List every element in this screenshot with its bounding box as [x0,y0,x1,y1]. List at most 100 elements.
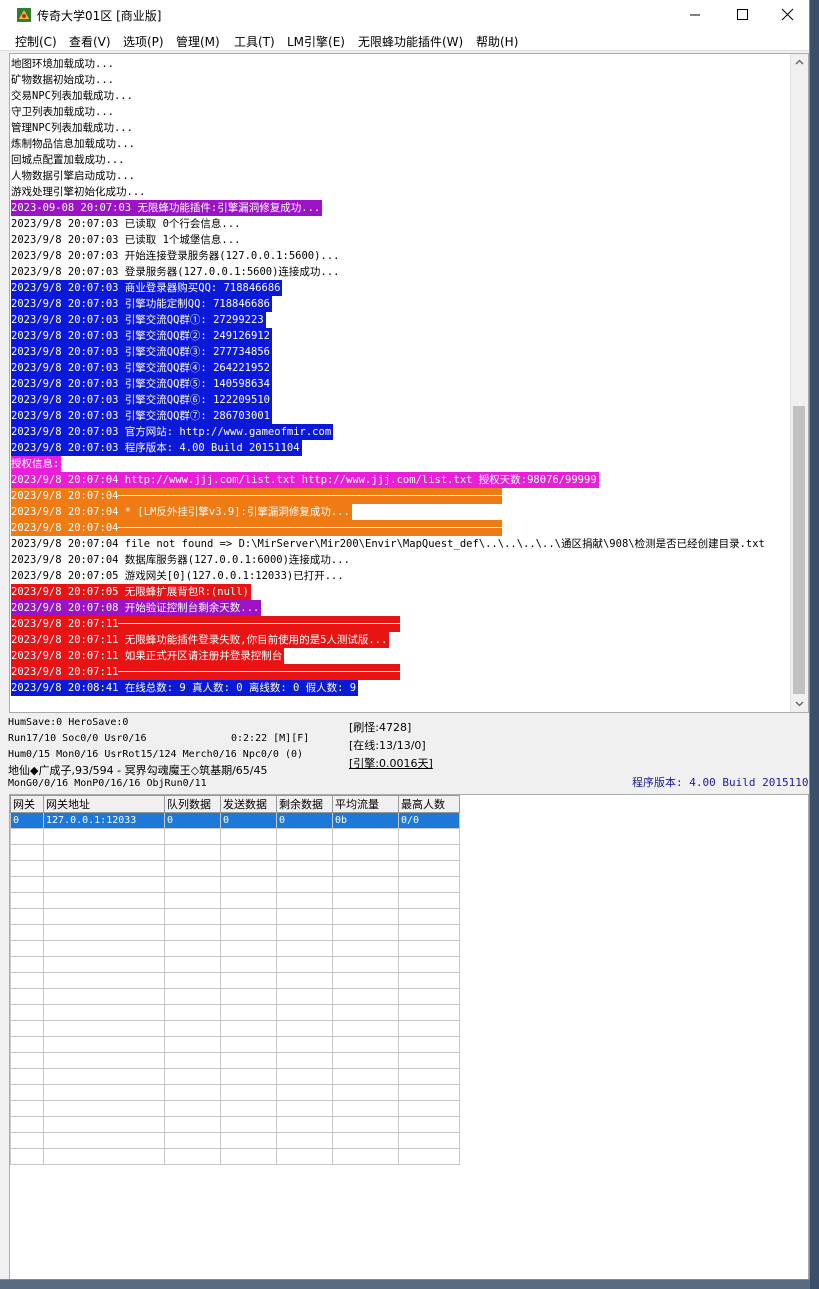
table-row-empty[interactable] [10,956,460,973]
table-cell [276,956,333,973]
log-line-text: 2023/9/8 20:07:03 引擎交流QQ群③: 277734856 [11,344,272,360]
status-panel: HumSave:0 HeroSave:0 Run17/10 Soc0/0 Usr… [0,714,809,792]
log-line-text: 2023/9/8 20:07:03 引擎交流QQ群⑥: 122209510 [11,392,272,408]
maximize-button[interactable] [719,0,765,30]
table-cell [398,1084,460,1101]
table-row-empty[interactable] [10,1036,460,1053]
col-max-users[interactable]: 最高人数 [398,795,460,813]
table-row-empty[interactable] [10,1052,460,1069]
col-sent-data[interactable]: 发送数据 [220,795,277,813]
table-row-empty[interactable] [10,940,460,957]
table-cell [43,860,165,877]
log-line-text: 2023/9/8 20:07:04 file not found => D:\M… [11,538,765,550]
table-cell [398,1068,460,1085]
table-row-empty[interactable] [10,988,460,1005]
table-row-empty[interactable] [10,892,460,909]
table-row-empty[interactable] [10,1004,460,1021]
table-cell [332,972,399,989]
table-row-empty[interactable] [10,1132,460,1149]
table-cell [220,1052,277,1069]
log-line-text: 游戏处理引擎初始化成功... [11,186,146,198]
table-row-empty[interactable] [10,1068,460,1085]
log-line: 2023/9/8 20:07:11 如果正式开区请注册并登录控制台 [11,648,791,664]
scroll-thumb[interactable] [793,406,805,694]
status-map-info: 地仙◆广成子,93/594 - 冥界勾魂魔王◇筑基期/65/45 [8,764,268,777]
table-cell [398,828,460,845]
log-line: 矿物数据初始成功... [11,72,791,88]
menu-options[interactable]: 选项(P) [123,33,164,50]
menu-tools[interactable]: 工具(T) [234,33,275,50]
table-row-empty[interactable] [10,1148,460,1165]
col-gateway[interactable]: 网关 [10,795,44,813]
scroll-down-button[interactable] [791,695,808,712]
log-line: 2023/9/8 20:07:11 [11,664,791,680]
table-cell [43,972,165,989]
status-engine[interactable]: [引擎:0.0016天] [349,755,433,771]
log-line: 2023/9/8 20:08:41 在线总数: 9 真人数: 0 离线数: 0 … [11,680,791,696]
table-cell [276,1084,333,1101]
log-line-text: 2023/9/8 20:07:04 数据库服务器(127.0.0.1:6000)… [11,554,350,566]
table-row-empty[interactable] [10,908,460,925]
table-cell [398,908,460,925]
log-line-text: 授权信息: [11,456,62,472]
gateway-table: 网关 网关地址 队列数据 发送数据 剩余数据 平均流量 最高人数 0 127.0.… [10,795,460,1165]
table-cell [10,828,44,845]
menu-view[interactable]: 查看(V) [69,33,111,50]
table-cell [220,892,277,909]
menu-plugin[interactable]: 无限蜂功能插件(W) [358,33,463,50]
table-row-empty[interactable] [10,876,460,893]
table-cell [10,1148,44,1165]
table-row-empty[interactable] [10,924,460,941]
table-row-empty[interactable] [10,1020,460,1037]
log-scrollbar[interactable] [790,54,808,712]
menu-bar: 控制(C) 查看(V) 选项(P) 管理(M) 工具(T) LM引擎(E) 无限… [0,30,809,51]
table-row-empty[interactable] [10,844,460,861]
gateway-grid[interactable]: 网关 网关地址 队列数据 发送数据 剩余数据 平均流量 最高人数 0 127.0.… [9,794,809,1279]
menu-lm-engine[interactable]: LM引擎(E) [287,33,345,50]
log-line: 2023/9/8 20:07:08 开始验证控制台剩余天数... [11,600,791,616]
table-row-empty[interactable] [10,860,460,877]
table-cell [220,876,277,893]
table-row[interactable]: 0 127.0.0.1:12033 0 0 0 0b 0/0 [10,812,460,829]
title-bar[interactable]: 传奇大学01区 [商业版] [0,0,809,30]
table-cell [164,860,221,877]
col-gateway-address[interactable]: 网关地址 [43,795,165,813]
col-avg-traffic[interactable]: 平均流量 [332,795,399,813]
table-row-empty[interactable] [10,1116,460,1133]
table-cell [164,1020,221,1037]
desktop-background [810,0,819,1289]
table-cell [332,956,399,973]
minimize-button[interactable] [672,0,718,30]
menu-help[interactable]: 帮助(H) [476,33,518,50]
maximize-icon [737,9,748,20]
menu-control[interactable]: 控制(C) [15,33,57,50]
status-save: HumSave:0 HeroSave:0 [8,717,129,728]
table-cell [220,844,277,861]
close-button[interactable] [764,0,809,30]
col-queue-data[interactable]: 队列数据 [164,795,221,813]
table-cell [10,1132,44,1149]
table-row-empty[interactable] [10,972,460,989]
table-cell [332,924,399,941]
table-cell [398,892,460,909]
table-row-empty[interactable] [10,1084,460,1101]
col-remaining-data[interactable]: 剩余数据 [276,795,333,813]
table-cell [43,892,165,909]
table-cell [164,1100,221,1117]
log-line: 2023/9/8 20:07:03 引擎交流QQ群①: 27299223 [11,312,791,328]
table-row-empty[interactable] [10,828,460,845]
log-line: 2023/9/8 20:07:03 官方网站: http://www.gameo… [11,424,791,440]
table-cell [398,924,460,941]
table-row-empty[interactable] [10,1100,460,1117]
table-cell [332,844,399,861]
table-cell [276,1100,333,1117]
table-cell [220,1100,277,1117]
scroll-up-button[interactable] [791,54,808,71]
table-cell [220,1084,277,1101]
table-cell [398,1132,460,1149]
table-cell [10,1116,44,1133]
table-cell [10,1084,44,1101]
log-panel[interactable]: 地图环境加载成功... 矿物数据初始成功... 交易NPC列表加载成功... 守卫列表… [9,53,809,713]
menu-manage[interactable]: 管理(M) [176,33,220,50]
table-cell [164,924,221,941]
